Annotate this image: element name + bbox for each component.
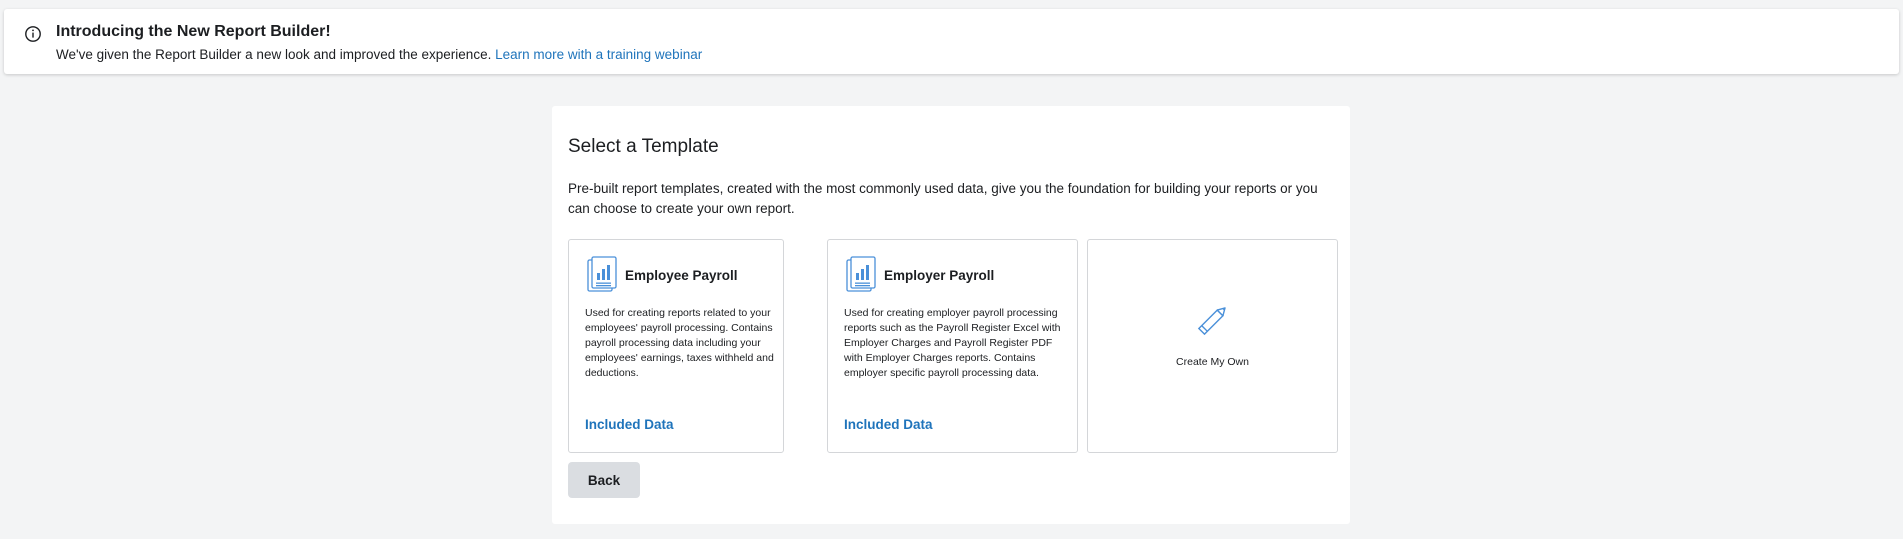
included-data-link[interactable]: Included Data <box>844 417 933 432</box>
template-tile-create-my-own[interactable]: Create My Own <box>1087 239 1338 453</box>
page-title: Select a Template <box>568 136 719 157</box>
template-tile-employee-payroll[interactable]: Employee Payroll Used for creating repor… <box>568 239 784 453</box>
template-body: Used for creating employer payroll proce… <box>844 307 1061 379</box>
banner-title: Introducing the New Report Builder! <box>56 23 331 40</box>
template-description: Pre-built report templates, created with… <box>568 181 1318 216</box>
training-webinar-link[interactable]: Learn more with a training webinar <box>495 47 702 62</box>
back-button[interactable]: Back <box>568 462 640 498</box>
template-body: Used for creating reports related to you… <box>585 307 774 379</box>
template-tile-employer-payroll[interactable]: Employer Payroll Used for creating emplo… <box>827 239 1078 453</box>
create-my-own-label: Create My Own <box>1176 356 1249 368</box>
report-chart-icon <box>587 256 617 292</box>
included-data-link[interactable]: Included Data <box>585 417 674 432</box>
banner-text: We've given the Report Builder a new loo… <box>56 47 702 62</box>
banner-message: We've given the Report Builder a new loo… <box>56 47 496 62</box>
announcement-banner: Introducing the New Report Builder! We'v… <box>4 9 1899 74</box>
select-template-panel: Select a Template Pre-built report templ… <box>552 106 1350 524</box>
template-title: Employee Payroll <box>625 268 738 283</box>
info-circle-icon <box>25 26 41 42</box>
template-title: Employer Payroll <box>884 268 995 283</box>
pencil-icon <box>1197 307 1226 336</box>
report-chart-icon <box>846 256 876 292</box>
